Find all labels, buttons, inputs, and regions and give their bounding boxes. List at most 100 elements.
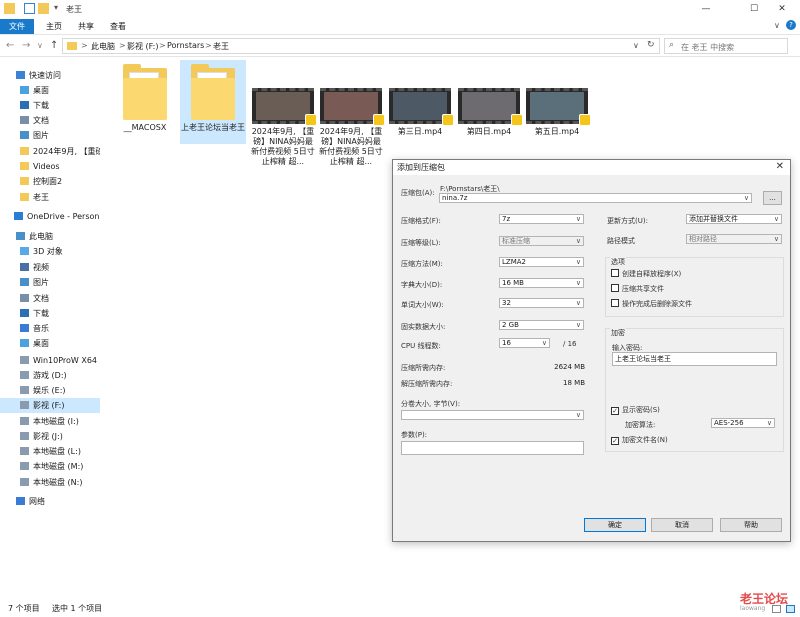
forward-button[interactable]: → [22,40,30,51]
tab-file[interactable]: 文件 [0,19,34,34]
refresh-icon[interactable]: ↻ [647,40,655,50]
ok-button[interactable]: 确定 [584,518,646,532]
new-folder-icon[interactable] [38,3,49,14]
video-file-item[interactable]: 2024年9月, 【重磅】NINA妈妈最新付费视频 5日寸止榨精 超... [318,60,385,167]
close-button[interactable]: ✕ [764,0,800,19]
path-mode-combo[interactable]: 相对路径 ∨ [686,234,782,244]
archive-name-combo[interactable]: nina.7z ∨ [439,193,752,203]
selected-count: 选中 1 个项目 [52,604,103,613]
update-mode-label: 更新方式(U): [607,217,648,225]
sidebar-item[interactable]: 图片 [0,128,100,143]
help-icon[interactable]: ? [786,20,796,30]
sidebar-item[interactable]: 此电脑 [0,229,100,244]
video-file-item[interactable]: 第三日.mp4 [387,60,454,137]
download-icon [20,309,29,317]
folder-item[interactable]: 上老王论坛当老王 [180,60,246,144]
encryption-title: 加密 [610,328,626,338]
sidebar-item[interactable]: 影视 (F:) [0,398,100,413]
video-file-item[interactable]: 第五日.mp4 [524,60,591,137]
cancel-button[interactable]: 取消 [651,518,713,532]
sidebar-item[interactable]: 图片 [0,275,100,290]
sidebar-item[interactable]: 视频 [0,260,100,275]
encrypt-names-checkbox[interactable]: ✓ 加密文件名(N) [611,435,668,445]
folder-icon [20,147,29,155]
recent-locations-button[interactable]: ∨ [37,41,43,50]
sidebar-item[interactable]: 3D 对象 [0,244,100,259]
sidebar-item[interactable]: 2024年9月, 【重磅 [0,144,100,159]
cpu-threads-label: CPU 线程数: [401,342,441,350]
folder-icon [20,177,29,185]
breadcrumb-sep: > [159,41,166,50]
password-input[interactable]: 上老王论坛当老王 [612,352,777,366]
video-file-item[interactable]: 2024年9月, 【重磅】NINA妈妈最新付费视频 5日寸止榨精 超... [250,60,317,167]
show-password-checkbox[interactable]: ✓ 显示密码(S) [611,405,660,415]
format-combo[interactable]: 7z ∨ [499,214,584,224]
back-button[interactable]: ← [6,40,14,51]
sidebar-item[interactable]: 桌面 [0,83,100,98]
drive-icon [20,432,29,440]
tab-view[interactable]: 查看 [104,19,132,34]
split-volume-label: 分卷大小, 字节(V): [401,400,461,408]
encryption-method-combo[interactable]: AES-256 ∨ [711,418,775,428]
mem-compress-value: 2624 MB [554,363,585,371]
expand-ribbon-icon[interactable]: ∨ [774,21,780,30]
breadcrumb-this-pc[interactable]: 此电脑 [91,41,115,52]
update-mode-combo[interactable]: 添加并替换文件 ∨ [686,214,782,224]
sidebar-item-label: 快速访问 [29,71,61,80]
sidebar-item[interactable]: 本地磁盘 (M:) [0,459,100,474]
tab-share[interactable]: 共享 [72,19,100,34]
sidebar-item[interactable]: 控制面2 [0,174,100,189]
address-bar[interactable]: > 此电脑 > 影视 (F:) > Pornstars > 老王 ∨ ↻ [62,38,660,54]
level-value: 标准压缩 [502,237,530,245]
cpu-threads-combo[interactable]: 16 ∨ [499,338,550,348]
sidebar-item[interactable]: Videos [0,159,100,174]
drive-icon [20,447,29,455]
tab-home[interactable]: 主页 [40,19,68,34]
sidebar-item[interactable]: 下载 [0,306,100,321]
watermark-sub: laowang [740,605,766,612]
option-checkbox[interactable]: 压缩共享文件 [611,284,664,294]
sidebar-item[interactable]: 网络 [0,494,100,509]
update-mode-value: 添加并替换文件 [689,215,738,223]
parameters-input[interactable] [401,441,584,455]
video-file-item[interactable]: 第四日.mp4 [456,60,523,137]
sidebar-item-label: 文档 [33,116,49,125]
sidebar-item[interactable]: 音乐 [0,321,100,336]
help-button[interactable]: 帮助 [720,518,782,532]
up-button[interactable]: ↑ [50,40,58,51]
breadcrumb-laowang[interactable]: 老王 [213,41,229,52]
sidebar-item[interactable]: 本地磁盘 (L:) [0,444,100,459]
sidebar-item[interactable]: 桌面 [0,336,100,351]
option-checkbox[interactable]: 操作完成后删除源文件 [611,299,692,309]
option-checkbox[interactable]: 创建自释放程序(X) [611,269,681,279]
dialog-close-button[interactable]: ✕ [776,161,784,172]
sidebar-item[interactable]: 文档 [0,113,100,128]
properties-icon[interactable] [24,3,35,14]
sidebar-item[interactable]: 本地磁盘 (N:) [0,475,100,490]
search-input[interactable]: ⌕ 在 老王 中搜索 [664,38,788,54]
minimize-button[interactable]: — [688,0,724,19]
dictionary-combo[interactable]: 16 MB ∨ [499,278,584,288]
solid-block-combo[interactable]: 2 GB ∨ [499,320,584,330]
split-volume-combo[interactable]: ∨ [401,410,584,420]
sidebar-item[interactable]: 快速访问 [0,68,100,83]
sidebar-item[interactable]: 文档 [0,291,100,306]
sidebar-item[interactable]: 老王 [0,190,100,205]
breadcrumb-pornstars[interactable]: Pornstars [167,41,204,50]
word-size-combo[interactable]: 32 ∨ [499,298,584,308]
sidebar-item[interactable]: 娱乐 (E:) [0,383,100,398]
sidebar-item[interactable]: 下载 [0,98,100,113]
quick-access-dropdown-icon[interactable]: ▾ [54,3,58,12]
sidebar-item[interactable]: 本地磁盘 (I:) [0,414,100,429]
level-combo[interactable]: 标准压缩 ∨ [499,236,584,246]
sidebar-item[interactable]: 游戏 (D:) [0,368,100,383]
window-title: 老王 [66,5,82,14]
address-dropdown-icon[interactable]: ∨ [633,41,639,50]
breadcrumb-drive-f[interactable]: 影视 (F:) [127,41,158,52]
folder-item[interactable]: __MACOSX [112,60,178,133]
sidebar-item[interactable]: OneDrive - Persona [0,209,100,224]
method-combo[interactable]: LZMA2 ∨ [499,257,584,267]
sidebar-item[interactable]: 影视 (J:) [0,429,100,444]
browse-button[interactable]: ... [763,191,782,205]
sidebar-item[interactable]: Win10ProW X64 (C [0,353,100,368]
